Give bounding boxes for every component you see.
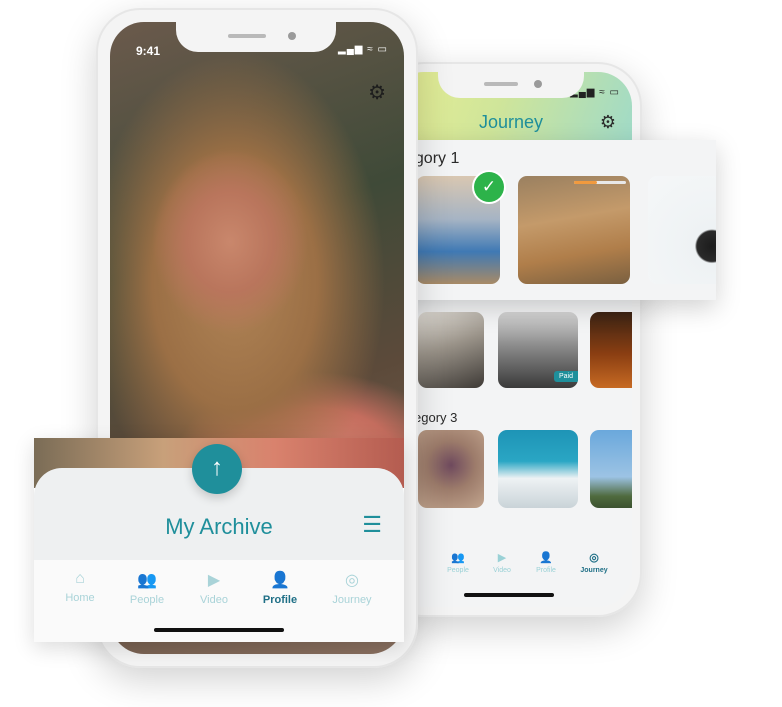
tab-label: Video	[493, 567, 511, 574]
tab-profile[interactable]: 👤 Profile	[250, 570, 310, 606]
camera	[534, 80, 542, 88]
speaker	[484, 82, 518, 86]
check-icon: ✓	[474, 172, 504, 202]
home-indicator	[154, 628, 284, 632]
thumb-food-bowl[interactable]	[418, 430, 484, 508]
archive-title: My Archive	[165, 514, 273, 539]
journey-icon: ◎	[589, 552, 599, 564]
paid-badge: Paid	[553, 371, 578, 382]
page-title: Journey	[478, 112, 544, 132]
sliders-icon[interactable]: ☰	[362, 512, 382, 538]
progress-fill	[574, 181, 598, 184]
thumb-snow-mountain[interactable]	[498, 430, 578, 508]
home-indicator	[464, 593, 554, 597]
tab-label: Video	[200, 594, 228, 606]
home-icon: ⌂	[75, 570, 85, 587]
thumb-man-stairs[interactable]	[418, 312, 484, 388]
tab-label: Home	[65, 592, 95, 604]
thumb-power-lines[interactable]	[590, 430, 632, 508]
thumb-autumn[interactable]	[590, 312, 632, 388]
camera	[288, 32, 296, 40]
speaker	[228, 34, 266, 38]
back-tab-bar: 👥 People ▶ Video 👤 Profile ◎ Journey	[390, 543, 632, 607]
notch	[438, 72, 584, 98]
profile-icon: 👤	[270, 572, 290, 589]
progress-bar	[574, 181, 626, 184]
tab-label: Journey	[332, 594, 372, 606]
profile-icon: 👤	[539, 552, 553, 564]
status-icons: ▂▄▆ ≈ ▭	[338, 44, 388, 55]
tab-label: Profile	[536, 567, 556, 574]
upload-button[interactable]: ↑	[192, 444, 242, 494]
video-icon: ▶	[497, 552, 507, 564]
tab-profile[interactable]: 👤 Profile	[526, 551, 566, 574]
category-3-label: egory 3	[414, 410, 458, 425]
journey-icon: ◎	[345, 572, 359, 589]
tab-label: People	[129, 594, 165, 606]
tab-label: Journey	[580, 567, 608, 574]
archive-panel: ↑ My Archive ☰ ⌂ Home 👥 People ▶ Video 👤…	[34, 438, 404, 642]
people-icon: 👥	[451, 552, 465, 564]
tab-people[interactable]: 👥 People	[438, 551, 478, 574]
arrow-up-icon: ↑	[211, 454, 223, 481]
tab-video[interactable]: ▶ Video	[184, 570, 244, 606]
tab-journey[interactable]: ◎ Journey	[322, 570, 382, 606]
gear-icon[interactable]: ⚙	[368, 80, 386, 105]
people-icon: 👥	[137, 572, 157, 589]
tab-journey[interactable]: ◎ Journey	[574, 551, 614, 574]
tab-label: People	[447, 567, 469, 574]
tab-label: Profile	[262, 594, 298, 606]
video-icon: ▶	[207, 572, 221, 589]
tab-people[interactable]: 👥 People	[117, 570, 177, 606]
tab-home[interactable]: ⌂ Home	[50, 570, 110, 604]
thumb-lioness[interactable]	[518, 176, 630, 284]
category-1-card: egory 1 ✓	[394, 140, 716, 300]
gear-icon[interactable]: ⚙	[600, 112, 616, 133]
status-time: 9:41	[136, 44, 161, 58]
tab-video[interactable]: ▶ Video	[482, 551, 522, 574]
thumb-puppy[interactable]	[648, 176, 716, 284]
notch	[176, 22, 336, 52]
thumb-group-bw[interactable]: Paid	[498, 312, 578, 388]
